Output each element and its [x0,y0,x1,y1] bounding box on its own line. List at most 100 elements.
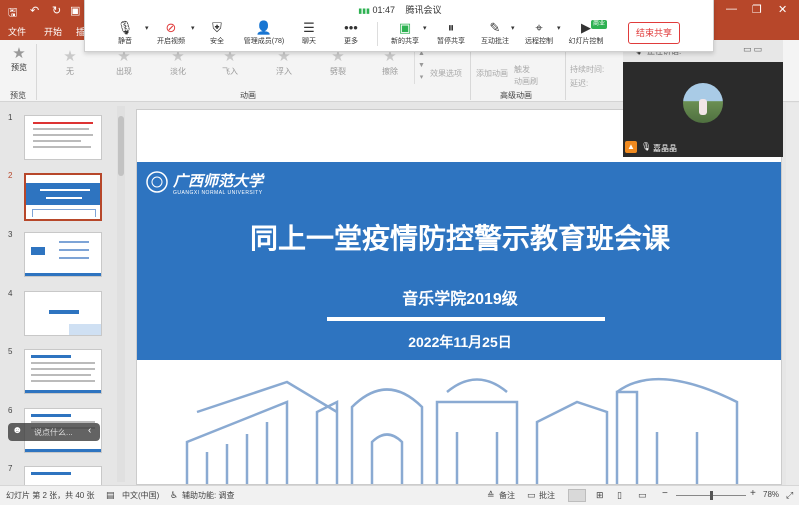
comments-icon: ▭ [527,490,536,500]
slide-canvas[interactable]: 广西师范大学 GUANGXI NORMAL UNIVERSITY 同上一堂疫情防… [136,109,782,485]
thumbnails-scrollbar[interactable] [117,106,125,482]
slide-thumbnail-1[interactable] [24,115,102,160]
slide-number: 7 [8,464,13,473]
spellcheck-icon[interactable]: ▤ [106,490,115,501]
add-animation-button[interactable]: 添加动画 [476,68,508,79]
minimize-icon[interactable]: — [726,3,737,15]
menu-home[interactable]: 开始 [44,25,62,38]
campus-buildings-illustration [185,377,739,484]
menu-file[interactable]: 文件 [8,25,26,38]
slide-subtitle: 音乐学院2019级 [402,291,518,308]
meeting-toolbar: ▮▮▮ 01:47 腾讯会议 🎙 静音 ▾ ⊘ 开启视频 ▾ ⛨ 安全 👤 管理… [84,0,714,52]
notes-icon: ≙ [487,490,495,500]
slide-title: 同上一堂疫情防控警示教育班会课 [249,223,670,254]
meeting-app-name: 腾讯会议 [405,5,442,15]
preview-button[interactable]: ★ 预览 [6,44,32,73]
notes-button[interactable]: 备注 [499,490,515,501]
zoom-out-icon[interactable]: − [662,488,668,499]
language-indicator[interactable]: 中文(中国) [122,490,159,501]
slide-number: 1 [8,113,13,122]
animation-label: 擦除 [382,67,398,76]
button-label: 更多 [344,38,358,45]
animation-label: 无 [66,67,74,76]
more-button[interactable]: ••• 更多 [325,20,377,46]
slide-date: 2022年11月25日 [408,334,512,350]
participant-badge-icon: ▲ [625,141,637,153]
animation-fly-in[interactable]: ★ 飞入 [210,48,250,77]
emoji-icon[interactable]: ☻ [12,425,23,436]
slide-sorter-icon[interactable]: ⊞ [596,490,604,501]
preview-group-label: 预览 [10,91,26,100]
restore-icon[interactable]: ❐ [752,3,762,16]
redo-icon[interactable]: ↻ [52,4,61,17]
slide-thumbnail-4[interactable] [24,291,102,336]
animation-label: 飞入 [222,67,238,76]
comments-button[interactable]: 批注 [539,490,555,501]
delay-label: 延迟: [570,79,589,88]
slideshow-icon[interactable]: ▭ [638,490,647,501]
animation-painter-button[interactable]: 动画刷 [514,76,538,87]
slide-thumbnail-5[interactable] [24,349,102,394]
accessibility-status[interactable]: 辅助功能: 调查 [182,490,234,501]
animation-label: 劈裂 [330,67,346,76]
zoom-slider-thumb[interactable] [710,491,713,500]
advanced-group-label: 高级动画 [500,91,532,100]
comment-placeholder: 说点什么... [34,428,73,437]
reading-view-icon[interactable]: ▯ [617,490,622,501]
save-icon[interactable]: 🖫 [8,4,17,23]
meeting-time: 01:47 [372,5,396,15]
scrollbar-thumb[interactable] [118,116,124,176]
mute-button[interactable]: 🎙 静音 [99,20,151,46]
university-name-cn: 广西师范大学 [173,172,264,190]
view-options-icon[interactable]: ▭▭ [743,44,764,55]
new-badge: 商业 [591,20,608,29]
slide-number: 4 [8,289,13,298]
fit-to-window-icon[interactable]: ⤢ [786,490,793,501]
trigger-button[interactable]: 触发 [514,64,530,75]
participant-mic-icon: 🎙 [641,142,652,151]
zoom-level[interactable]: 78% [763,490,779,499]
undo-icon[interactable]: ↶ [30,4,39,17]
divider [36,44,37,100]
slide-scrollbar[interactable] [786,103,799,485]
end-share-button[interactable]: 结束共享 [628,22,680,44]
participant-name: 嘉晶晶 [653,144,677,153]
animation-wipe[interactable]: ★ 擦除 [370,48,410,77]
gallery-arrows-icon: ▲ ▼ ▾ [418,50,425,81]
slide-thumbnail-7[interactable] [24,466,102,485]
slide-number: 3 [8,230,13,239]
slide-number: 5 [8,347,13,356]
effect-options-button[interactable]: 效果选项 [430,68,462,79]
university-name-en: GUANGXI NORMAL UNIVERSITY [173,190,263,196]
more-icon: ••• [344,20,358,35]
animation-appear[interactable]: ★ 出现 [104,48,144,77]
button-label: 幻灯片控制 [568,38,604,45]
slide-thumbnail-3[interactable] [24,232,102,277]
animation-float-in[interactable]: ★ 浮入 [264,48,304,77]
chevron-left-icon[interactable]: ‹ [88,425,91,436]
animation-fade[interactable]: ★ 淡化 [158,48,198,77]
gallery-scroll[interactable]: ▲ ▼ ▾ [414,48,428,84]
duration-label: 持续时间: [570,65,605,74]
comment-input[interactable]: ☻ 说点什么... ‹ [8,423,100,441]
button-label: 新的共享 [391,38,419,45]
animation-group-label: 动画 [240,91,256,100]
animation-none[interactable]: ★ 无 [50,48,90,77]
divider [470,44,471,100]
button-label: 远程控制 [525,38,553,45]
slide-divider-line [327,317,605,321]
animation-label: 淡化 [170,67,186,76]
slide-number: 6 [8,406,13,415]
meeting-header: ▮▮▮ 01:47 腾讯会议 [85,3,715,16]
animation-split[interactable]: ★ 劈裂 [318,48,358,77]
animation-label: 浮入 [276,67,292,76]
zoom-in-icon[interactable]: + [750,488,756,499]
close-icon[interactable]: ✕ [778,3,787,16]
start-slideshow-icon[interactable]: ▣ [70,4,80,17]
accessibility-icon: ♿ [170,490,179,500]
start-video-button[interactable]: ⊘ 开启视频 [145,20,197,46]
status-bar: 幻灯片 第 2 张，共 40 张 ▤ 中文(中国) ♿ 辅助功能: 调查 ≙ 备… [0,485,799,505]
normal-view-icon[interactable] [568,489,586,502]
slide-thumbnail-2[interactable] [24,173,102,221]
signal-icon: ▮▮▮ [358,8,370,15]
